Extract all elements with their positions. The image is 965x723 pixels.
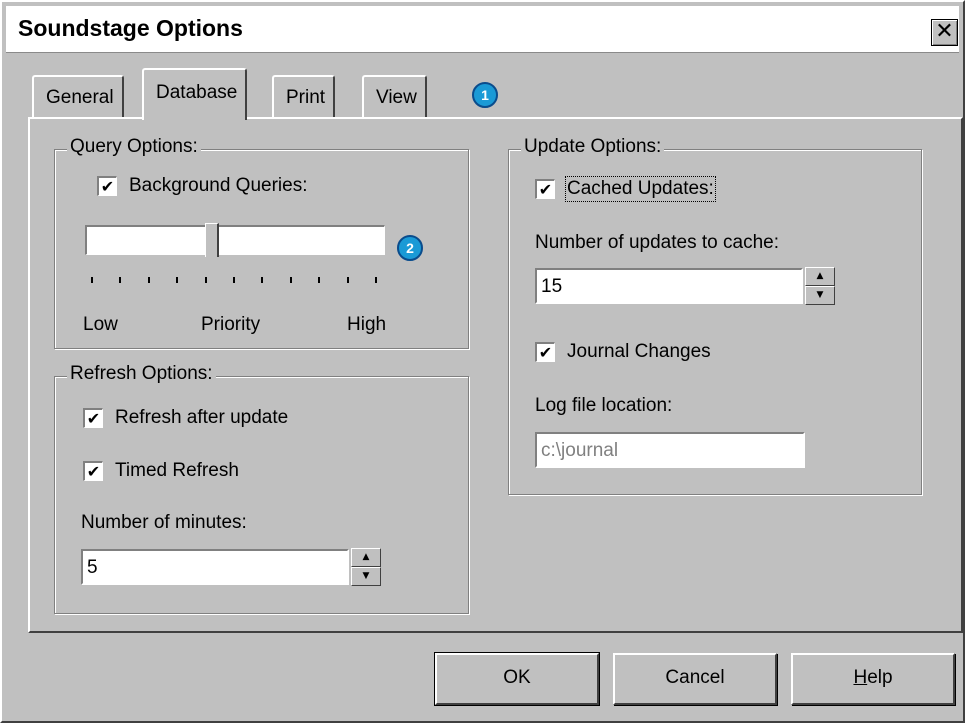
priority-tick [91, 277, 93, 283]
checkmark-icon: ✔ [535, 342, 555, 362]
priority-tick [147, 277, 150, 283]
priority-tick [233, 277, 235, 283]
query-options-legend: Query Options: [67, 136, 201, 158]
tab-general[interactable]: General [32, 75, 124, 117]
priority-tick [346, 277, 349, 283]
priority-label: Priority [201, 314, 261, 335]
tab-database-label: Database [156, 82, 238, 103]
checkmark-icon: ✔ [83, 461, 103, 481]
priority-high-label: High [347, 314, 387, 335]
spin-up-icon[interactable]: ▲ [805, 267, 835, 286]
update-options-legend: Update Options: [521, 136, 665, 158]
log-location-field[interactable]: c:\journal [535, 432, 805, 468]
spin-down-icon[interactable]: ▼ [351, 567, 381, 586]
refresh-after-update-checkbox[interactable]: ✔ Refresh after update [83, 407, 288, 429]
tab-print[interactable]: Print [272, 75, 336, 117]
priority-tick [318, 277, 321, 283]
options-dialog: Soundstage Options ✕ General Database Pr… [0, 0, 965, 723]
timed-refresh-label: Timed Refresh [115, 460, 239, 481]
checkmark-icon: ✔ [535, 179, 555, 199]
minutes-spinner[interactable]: ▲ ▼ [351, 548, 381, 586]
tab-view-label: View [376, 87, 417, 108]
priority-slider[interactable] [85, 225, 385, 255]
title-bar[interactable]: Soundstage Options ✕ [6, 6, 959, 53]
checkmark-icon: ✔ [97, 176, 117, 196]
background-queries-label: Background Queries: [129, 175, 308, 196]
tab-database[interactable]: Database [142, 68, 248, 120]
priority-tick [176, 277, 179, 283]
tab-print-label: Print [286, 87, 326, 108]
cache-count-label: Number of updates to cache: [535, 232, 779, 253]
timed-refresh-checkbox[interactable]: ✔ Timed Refresh [83, 460, 239, 482]
update-options-group: Update Options: ✔ Cached Updates: Number… [508, 136, 922, 495]
help-button[interactable]: Help [791, 653, 955, 705]
journal-changes-label: Journal Changes [567, 341, 711, 362]
cancel-button[interactable]: Cancel [613, 653, 777, 705]
close-icon[interactable]: ✕ [931, 19, 958, 46]
tab-panel-database: Query Options: ✔ Background Queries: Low… [28, 117, 963, 633]
background-queries-checkbox[interactable]: ✔ Background Queries: [97, 175, 308, 197]
callout-badge-1: 1 [472, 82, 498, 108]
window-title: Soundstage Options [18, 15, 243, 41]
priority-tick [261, 277, 264, 283]
checkmark-icon: ✔ [83, 408, 103, 428]
priority-tick [119, 277, 122, 283]
tab-view[interactable]: View [362, 75, 427, 117]
cached-updates-checkbox[interactable]: ✔ Cached Updates: [535, 176, 716, 202]
cache-count-spinner[interactable]: ▲ ▼ [805, 267, 835, 305]
priority-low-label: Low [83, 314, 118, 335]
ok-button[interactable]: OK [434, 652, 600, 706]
priority-slider-thumb[interactable] [205, 223, 220, 257]
priority-tick [289, 277, 292, 283]
journal-changes-checkbox[interactable]: ✔ Journal Changes [535, 341, 711, 363]
spin-up-icon[interactable]: ▲ [351, 548, 381, 567]
spin-down-icon[interactable]: ▼ [805, 286, 835, 305]
refresh-after-update-label: Refresh after update [115, 407, 289, 428]
cached-updates-label: Cached Updates: [565, 176, 716, 202]
refresh-options-legend: Refresh Options: [67, 363, 216, 385]
tab-general-label: General [46, 87, 114, 108]
priority-tick [204, 277, 207, 283]
refresh-options-group: Refresh Options: ✔ Refresh after update … [54, 363, 469, 614]
log-location-label: Log file location: [535, 395, 673, 416]
cache-count-field[interactable]: 15 [535, 268, 803, 304]
minutes-label: Number of minutes: [81, 512, 247, 533]
callout-badge-2: 2 [397, 235, 423, 261]
minutes-field[interactable]: 5 [81, 549, 349, 585]
priority-tick [375, 277, 377, 283]
